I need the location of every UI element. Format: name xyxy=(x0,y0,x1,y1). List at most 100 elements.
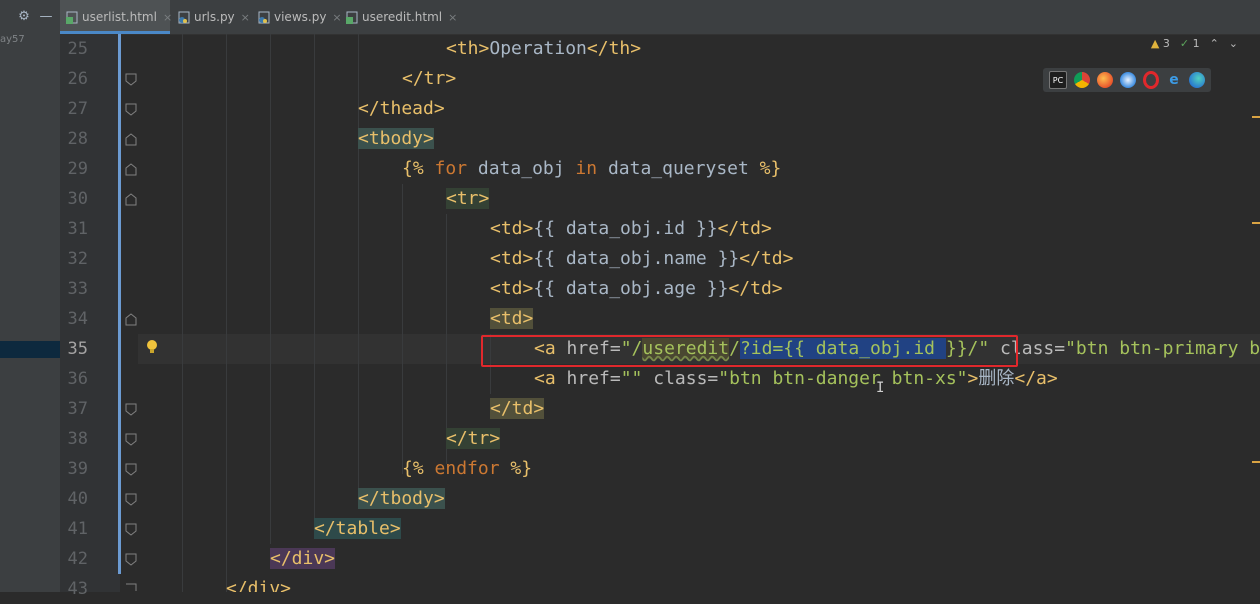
chrome-icon[interactable] xyxy=(1074,72,1090,88)
code-token: %} xyxy=(759,158,782,179)
code-line-25[interactable]: <th>Operation</th> xyxy=(446,34,641,64)
line-number: 34 xyxy=(67,309,88,329)
fold-start-icon[interactable] xyxy=(125,163,137,176)
tab-userlist-html[interactable]: userlist.html × xyxy=(60,0,172,34)
scrollbar-warning-marker[interactable] xyxy=(1252,461,1260,463)
safari-icon[interactable] xyxy=(1120,72,1136,88)
code-token: </td> xyxy=(717,218,772,239)
code-token: {% xyxy=(402,458,424,479)
line-number: 32 xyxy=(67,249,88,269)
code-token: </td> xyxy=(728,278,783,299)
line-number: 26 xyxy=(67,69,88,89)
fold-start-icon[interactable] xyxy=(125,193,137,206)
fold-end-icon[interactable] xyxy=(125,73,137,86)
tab-urls-py[interactable]: urls.py × xyxy=(172,0,250,34)
code-line-38[interactable]: </tr> xyxy=(446,424,501,454)
code-token: </td> xyxy=(490,398,545,419)
fold-end-icon[interactable] xyxy=(125,433,137,446)
line-number: 37 xyxy=(67,399,88,419)
code-line-30[interactable]: <tr> xyxy=(446,184,490,214)
code-line-43[interactable]: </div> xyxy=(226,574,291,592)
code-line-42[interactable]: </div> xyxy=(270,544,336,574)
ok-indicator[interactable]: ✓ 1 xyxy=(1180,37,1200,50)
line-number: 31 xyxy=(67,219,88,239)
opera-icon[interactable] xyxy=(1143,71,1159,89)
minus-icon[interactable]: — xyxy=(38,9,54,25)
project-tree-fragment[interactable]: ay57 xyxy=(0,34,25,45)
scrollbar-warning-marker[interactable] xyxy=(1252,116,1260,118)
code-token: "btn btn-primary b xyxy=(1065,338,1260,359)
code-line-29[interactable]: {% for data_obj in data_queryset %} xyxy=(402,154,781,184)
warning-indicator[interactable]: ▲ 3 xyxy=(1151,37,1170,50)
lightbulb-icon[interactable] xyxy=(146,339,158,355)
fold-end-icon[interactable] xyxy=(125,553,137,566)
code-line-41[interactable]: </table> xyxy=(314,514,401,544)
fold-start-icon[interactable] xyxy=(125,133,137,146)
fold-end-icon[interactable] xyxy=(125,463,137,476)
line-number: 39 xyxy=(67,459,88,479)
project-tree-selected-row[interactable] xyxy=(0,341,60,358)
close-icon[interactable]: × xyxy=(241,11,250,24)
inspection-widget[interactable]: ▲ 3 ✓ 1 ⌃ ⌄ xyxy=(1151,37,1238,50)
gear-icon[interactable]: ⚙ xyxy=(16,9,32,25)
code-token: {{ data_obj.age }} xyxy=(533,278,729,299)
code-line-37[interactable]: </td> xyxy=(490,394,545,424)
tab-views-py[interactable]: views.py × xyxy=(252,0,342,34)
code-line-40[interactable]: </tbody> xyxy=(358,484,445,514)
ie-icon[interactable]: e xyxy=(1166,72,1182,88)
code-token: </th> xyxy=(586,38,642,59)
code-token: endfor xyxy=(423,458,511,479)
code-line-26[interactable]: </tr> xyxy=(402,64,456,94)
code-token: data_obj xyxy=(467,158,576,179)
edge-icon[interactable] xyxy=(1189,72,1205,88)
chevron-up-icon[interactable]: ⌃ xyxy=(1210,37,1219,50)
tab-label: views.py xyxy=(274,10,327,24)
code-token: <tr> xyxy=(446,188,490,209)
code-token: </a> xyxy=(1014,368,1058,389)
code-line-27[interactable]: </thead> xyxy=(358,94,445,124)
code-token: <tbody> xyxy=(358,128,434,149)
code-token: href= xyxy=(555,368,621,389)
chevron-down-icon[interactable]: ⌄ xyxy=(1229,37,1238,50)
fold-end-icon[interactable] xyxy=(125,103,137,116)
warning-icon: ▲ xyxy=(1150,37,1160,50)
code-line-28[interactable]: <tbody> xyxy=(358,124,434,154)
pycharm-icon[interactable]: PC xyxy=(1049,71,1067,89)
fold-start-icon[interactable] xyxy=(125,313,137,326)
code-token: </tr> xyxy=(402,68,457,89)
code-token: <a xyxy=(534,368,556,389)
text-cursor-icon: Ι xyxy=(876,380,885,396)
code-token: 删除 xyxy=(978,368,1015,389)
scrollbar-warning-marker[interactable] xyxy=(1252,222,1260,224)
code-line-31[interactable]: <td>{{ data_obj.id }}</td> xyxy=(490,214,772,244)
line-number: 29 xyxy=(67,159,88,179)
line-number: 28 xyxy=(67,129,88,149)
close-icon[interactable]: × xyxy=(448,11,457,24)
vcs-change-marker xyxy=(118,34,121,574)
firefox-icon[interactable] xyxy=(1097,72,1113,88)
code-line-39[interactable]: {% endfor %} xyxy=(402,454,532,484)
fold-end-icon[interactable] xyxy=(125,403,137,416)
code-token: {{ data_obj.name }} xyxy=(533,248,740,269)
line-number: 33 xyxy=(67,279,88,299)
code-line-36[interactable]: <a href="" class="btn btn-danger btn-xs"… xyxy=(534,364,1058,394)
line-number: 43 xyxy=(67,579,88,599)
code-token: in xyxy=(575,158,598,179)
html-file-icon xyxy=(66,11,78,24)
tab-useredit-html[interactable]: useredit.html × xyxy=(340,0,457,34)
close-icon[interactable]: × xyxy=(163,11,172,24)
code-line-33[interactable]: <td>{{ data_obj.age }}</td> xyxy=(490,274,783,304)
code-token: </div> xyxy=(270,548,336,569)
fold-end-icon[interactable] xyxy=(125,523,137,536)
line-number: 25 xyxy=(67,39,88,59)
code-token: {% xyxy=(402,158,424,179)
tab-label: userlist.html xyxy=(82,10,157,24)
fold-end-icon[interactable] xyxy=(125,493,137,506)
fold-end-icon[interactable] xyxy=(125,583,137,596)
browser-preview-bar: PC e xyxy=(1043,68,1211,92)
line-number: 40 xyxy=(67,489,88,509)
code-editor[interactable]: <th>Operation</th> </tr> </thead> <tbody… xyxy=(138,34,1260,592)
code-line-32[interactable]: <td>{{ data_obj.name }}</td> xyxy=(490,244,793,274)
code-line-34[interactable]: <td> xyxy=(490,304,534,334)
editor-tab-bar: userlist.html × urls.py × views.py × use… xyxy=(60,0,1260,35)
